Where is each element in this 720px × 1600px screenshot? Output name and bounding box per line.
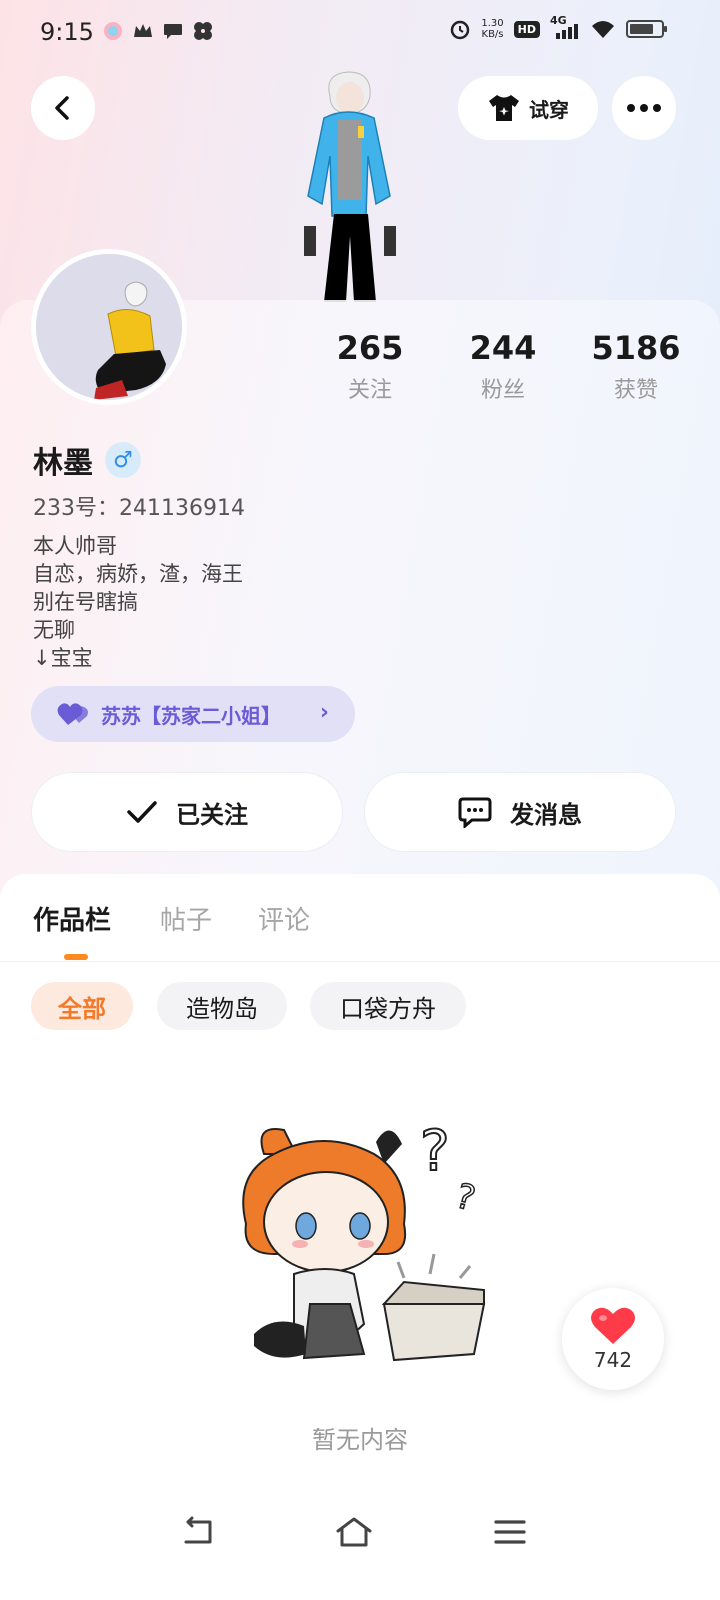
bio-line: 无聊 <box>33 618 75 642</box>
svg-text:?: ? <box>452 1176 480 1219</box>
message-icon <box>458 797 492 828</box>
profile-page: 9:15 1.30 KB/s HD 4G 试穿 265 关注 244 粉丝 51… <box>0 0 720 1600</box>
tab-works[interactable]: 作品栏 <box>33 900 111 937</box>
nav-back-button[interactable] <box>174 1508 222 1556</box>
status-bar: 9:15 1.30 KB/s HD 4G <box>0 0 720 66</box>
stat-followers-count: 244 <box>469 329 537 367</box>
chat-bubble-icon <box>164 24 182 39</box>
avatar[interactable] <box>31 249 187 405</box>
stat-following[interactable]: 265 关注 <box>300 330 440 404</box>
profile-stats: 265 关注 244 粉丝 5186 获赞 <box>300 330 720 410</box>
more-dots-icon <box>627 104 661 112</box>
bio-line: ↓宝宝 <box>33 646 93 670</box>
bio-line: 自恋，病娇，渣，海王 <box>33 562 243 586</box>
avatar-character <box>36 254 182 400</box>
filter-chip-pocket-ark[interactable]: 口袋方舟 <box>310 982 466 1030</box>
double-heart-icon <box>57 703 88 725</box>
crown-icon <box>134 24 152 37</box>
status-time: 9:15 <box>40 18 94 46</box>
bio: 本人帅哥 自恋，病娇，渣，海王 别在号瞎搞 无聊 ↓宝宝 <box>33 532 243 672</box>
wifi-icon <box>592 21 614 38</box>
home-icon <box>336 1517 372 1547</box>
tab-indicator <box>64 954 88 960</box>
message-button[interactable]: 发消息 <box>364 772 676 852</box>
stat-followers[interactable]: 244 粉丝 <box>433 330 573 404</box>
tab-bar: 作品栏 帖子 评论 <box>0 874 720 962</box>
username: 林墨 <box>33 446 93 481</box>
chevron-right-icon: › <box>319 700 329 725</box>
empty-state-text: 暂无内容 <box>312 1426 408 1454</box>
alarm-icon <box>451 20 470 40</box>
network-speed-value: 1.30 <box>481 18 504 29</box>
stat-following-count: 265 <box>336 329 404 367</box>
filter-chip-all[interactable]: 全部 <box>31 982 133 1030</box>
cellular-signal: 4G <box>550 14 580 40</box>
return-icon <box>184 1516 212 1544</box>
more-options-button[interactable] <box>612 76 676 140</box>
relationship-tag[interactable]: 苏苏【苏家二小姐】 › <box>31 686 355 742</box>
follow-button[interactable]: 已关注 <box>31 772 343 852</box>
stat-likes[interactable]: 5186 获赞 <box>566 330 706 404</box>
like-count: 742 <box>593 1348 633 1372</box>
stat-likes-count: 5186 <box>591 329 681 367</box>
tshirt-icon <box>489 95 519 121</box>
gender-male-icon: ♂ <box>105 442 141 478</box>
avatar-image <box>36 254 182 400</box>
user-id[interactable]: 233号：241136914 <box>33 490 245 522</box>
fan-icon <box>194 22 212 40</box>
try-on-label: 试穿 <box>529 97 569 122</box>
like-button[interactable]: 742 <box>562 1288 664 1390</box>
hd-badge: HD <box>513 20 540 38</box>
svg-text:?: ? <box>420 1119 450 1184</box>
username-row: 林墨 ♂ <box>33 438 141 482</box>
app-notification-icon <box>104 22 122 40</box>
avatar-3d-figure[interactable] <box>284 66 414 302</box>
bio-line: 本人帅哥 <box>33 534 117 558</box>
message-label: 发消息 <box>510 800 582 829</box>
checkmark-icon <box>127 801 157 823</box>
empty-state-illustration: ? ? <box>242 1118 486 1362</box>
tab-posts[interactable]: 帖子 <box>160 900 212 937</box>
relationship-label: 苏苏【苏家二小姐】 <box>101 703 281 728</box>
chevron-left-icon <box>55 96 69 120</box>
menu-icon <box>494 1520 526 1544</box>
bio-line: 别在号瞎搞 <box>33 590 138 614</box>
system-status-icons: 1.30 KB/s HD 4G <box>449 14 667 40</box>
tab-comments[interactable]: 评论 <box>258 900 310 937</box>
stat-following-label: 关注 <box>347 378 392 403</box>
nav-home-button[interactable] <box>330 1508 378 1556</box>
stat-followers-label: 粉丝 <box>480 378 525 403</box>
try-on-button[interactable]: 试穿 <box>458 76 598 140</box>
notification-icons <box>102 20 214 42</box>
back-button[interactable] <box>31 76 95 140</box>
follow-label: 已关注 <box>176 800 248 829</box>
heart-icon <box>591 1307 635 1344</box>
system-nav-bar <box>0 1480 720 1600</box>
stat-likes-label: 获赞 <box>613 378 658 403</box>
network-speed: 1.30 KB/s <box>481 18 503 40</box>
signal-bars-icon <box>556 24 578 39</box>
nav-recents-button[interactable] <box>486 1508 534 1556</box>
network-speed-unit: KB/s <box>481 29 504 40</box>
battery-icon <box>626 20 667 38</box>
filter-chip-creation-island[interactable]: 造物岛 <box>157 982 287 1030</box>
